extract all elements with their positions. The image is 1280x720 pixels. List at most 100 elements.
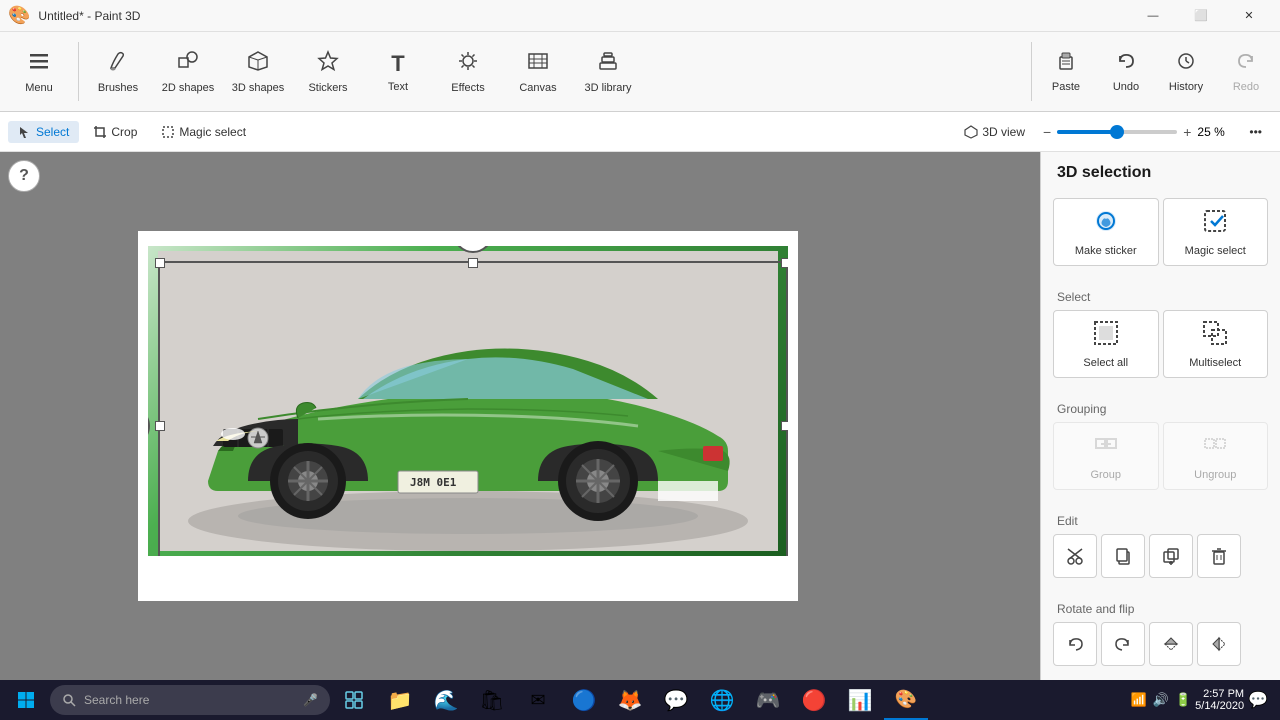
- minimize-button[interactable]: —: [1130, 0, 1176, 32]
- ribbon-2dshapes[interactable]: 2D shapes: [153, 32, 223, 111]
- right-panel: 3D selection Make sticker Magic select: [1040, 152, 1280, 680]
- delete-btn[interactable]: [1197, 534, 1241, 578]
- make-sticker-btn[interactable]: Make sticker: [1053, 198, 1159, 266]
- search-placeholder: Search here: [84, 693, 149, 707]
- taskbar-paint3d[interactable]: 🎨: [884, 680, 928, 720]
- 3dview-label: 3D view: [982, 125, 1025, 139]
- ribbon-canvas[interactable]: Canvas: [503, 32, 573, 111]
- crop-label: Crop: [111, 125, 137, 139]
- date-display: 5/14/2020: [1195, 700, 1244, 712]
- ribbon-redo-label: Redo: [1233, 81, 1259, 93]
- taskbar-task-view[interactable]: [332, 680, 376, 720]
- notification-icon[interactable]: 💬: [1248, 690, 1268, 710]
- taskbar-file-explorer[interactable]: 📁: [378, 680, 422, 720]
- handle-top-right[interactable]: [781, 258, 788, 268]
- ribbon-menu[interactable]: Menu: [4, 32, 74, 111]
- flip-vertical-btn[interactable]: [1149, 622, 1193, 666]
- grouping-grid: Group Ungroup: [1053, 422, 1268, 490]
- ribbon-brushes[interactable]: Brushes: [83, 32, 153, 111]
- taskbar-app-11[interactable]: 🔴: [792, 680, 836, 720]
- menu-icon: [28, 50, 50, 78]
- 2dshapes-icon: [177, 50, 199, 78]
- taskbar-app-10[interactable]: 🎮: [746, 680, 790, 720]
- duplicate-btn[interactable]: [1149, 534, 1193, 578]
- copy-btn[interactable]: [1101, 534, 1145, 578]
- magic-select-icon: [161, 125, 175, 139]
- ribbon: Menu Brushes 2D shapes 3D shapes Sticker…: [0, 32, 1280, 112]
- crop-tool[interactable]: Crop: [83, 121, 147, 143]
- ribbon-history-label: History: [1169, 81, 1203, 93]
- taskbar-app-6[interactable]: 🔵: [562, 680, 606, 720]
- volume-icon[interactable]: 🔊: [1153, 692, 1169, 708]
- taskbar-mail[interactable]: ✉: [516, 680, 560, 720]
- 3dview-icon: [964, 125, 978, 139]
- magic-select-tool[interactable]: Magic select: [151, 121, 256, 143]
- taskbar-search[interactable]: Search here 🎤: [50, 685, 330, 715]
- network-icon[interactable]: 📶: [1131, 692, 1147, 708]
- ribbon-3dlibrary-label: 3D library: [584, 82, 631, 94]
- undo-icon: [1116, 51, 1136, 77]
- ungroup-btn[interactable]: Ungroup: [1163, 422, 1269, 490]
- windows-logo: [17, 691, 35, 709]
- taskbar-app-9[interactable]: 🌐: [700, 680, 744, 720]
- select-all-btn[interactable]: Select all: [1053, 310, 1159, 378]
- more-options-btn[interactable]: •••: [1239, 121, 1272, 143]
- select-tool[interactable]: Select: [8, 121, 79, 143]
- rotate-section: Rotate and flip: [1041, 594, 1280, 674]
- tilt-handle-left[interactable]: [148, 406, 150, 446]
- ribbon-paste[interactable]: Paste: [1036, 32, 1096, 111]
- ribbon-menu-label: Menu: [25, 82, 53, 94]
- start-button[interactable]: [4, 680, 48, 720]
- ribbon-text-label: Text: [388, 81, 408, 93]
- taskbar-edge[interactable]: 🌊: [424, 680, 468, 720]
- microphone-icon: 🎤: [303, 693, 318, 707]
- zoom-out-btn[interactable]: −: [1041, 122, 1053, 142]
- time-display: 2:57 PM: [1195, 688, 1244, 700]
- flip-horizontal-btn[interactable]: [1197, 622, 1241, 666]
- canvas-area[interactable]: ?: [0, 152, 1040, 680]
- title-bar-controls: — ⬜ ✕: [1130, 0, 1272, 32]
- zoom-slider[interactable]: [1057, 130, 1177, 134]
- ribbon-effects[interactable]: Effects: [433, 32, 503, 111]
- ribbon-history[interactable]: History: [1156, 32, 1216, 111]
- handle-mid-right[interactable]: [781, 421, 788, 431]
- ribbon-undo[interactable]: Undo: [1096, 32, 1156, 111]
- multiselect-btn[interactable]: Multiselect: [1163, 310, 1269, 378]
- rotate-left-btn[interactable]: [1053, 622, 1097, 666]
- taskbar-firefox[interactable]: 🦊: [608, 680, 652, 720]
- magic-select-btn[interactable]: Magic select: [1163, 198, 1269, 266]
- close-button[interactable]: ✕: [1226, 0, 1272, 32]
- panel-top-grid: Make sticker Magic select: [1053, 198, 1268, 266]
- rotate-right-btn[interactable]: [1101, 622, 1145, 666]
- help-button[interactable]: ?: [8, 160, 40, 192]
- cut-btn[interactable]: [1053, 534, 1097, 578]
- select-all-label: Select all: [1083, 357, 1128, 369]
- redo-icon: [1236, 51, 1256, 77]
- ribbon-3dlibrary[interactable]: 3D library: [573, 32, 643, 111]
- magic-select-label: Magic select: [179, 125, 246, 139]
- cmd-bar: Select Crop Magic select 3D view − + 25 …: [0, 112, 1280, 152]
- taskbar-app-12[interactable]: 📊: [838, 680, 882, 720]
- history-icon: [1176, 51, 1196, 77]
- group-btn[interactable]: Group: [1053, 422, 1159, 490]
- ribbon-3dshapes-label: 3D shapes: [232, 82, 285, 94]
- main-area: ?: [0, 152, 1280, 680]
- 3dview-btn[interactable]: 3D view: [954, 121, 1035, 143]
- ribbon-redo[interactable]: Redo: [1216, 32, 1276, 111]
- canvas-content: J8M 0E1: [148, 246, 788, 586]
- taskbar-store[interactable]: 🛍: [470, 680, 514, 720]
- taskbar-teams[interactable]: 💬: [654, 680, 698, 720]
- cut-icon: [1066, 547, 1084, 565]
- maximize-button[interactable]: ⬜: [1178, 0, 1224, 32]
- battery-icon[interactable]: 🔋: [1175, 692, 1191, 708]
- ribbon-text[interactable]: T Text: [363, 32, 433, 111]
- ungroup-icon: [1201, 431, 1229, 465]
- zoom-in-btn[interactable]: +: [1181, 122, 1193, 142]
- ribbon-stickers[interactable]: Stickers: [293, 32, 363, 111]
- brushes-icon: [107, 50, 129, 78]
- rotate-right-icon: [1114, 635, 1132, 653]
- ribbon-3dshapes[interactable]: 3D shapes: [223, 32, 293, 111]
- group-icon: [1092, 431, 1120, 465]
- taskbar-time[interactable]: 2:57 PM 5/14/2020: [1195, 688, 1244, 712]
- ribbon-effects-label: Effects: [451, 82, 484, 94]
